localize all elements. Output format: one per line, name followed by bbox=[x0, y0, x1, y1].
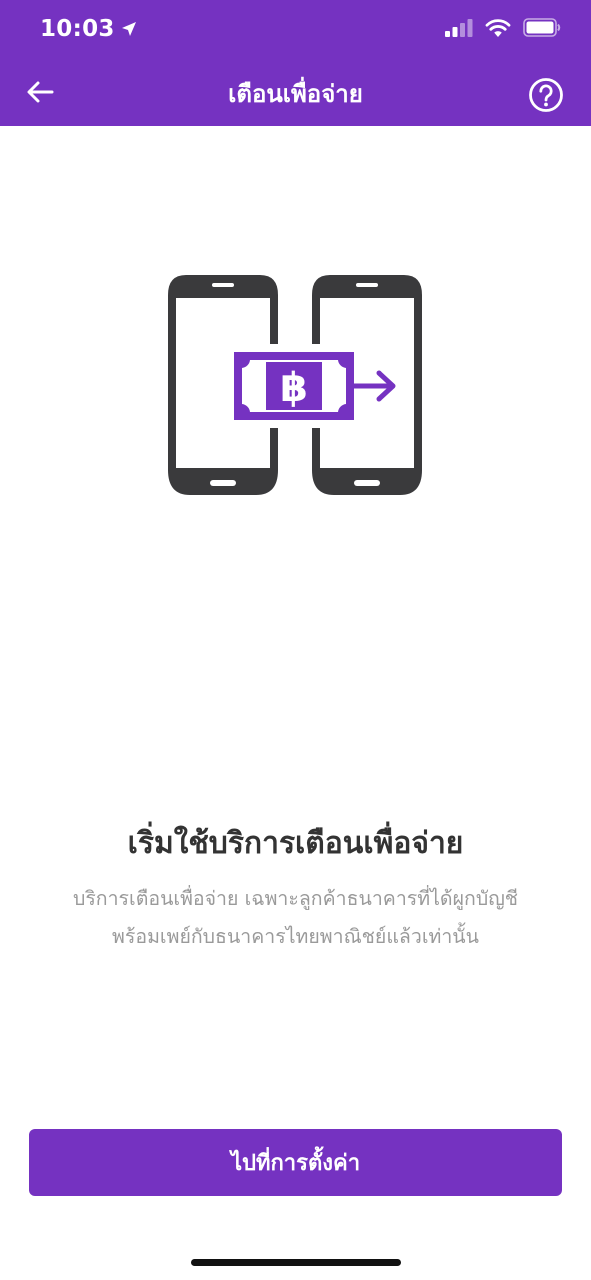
banknote-icon: ฿ bbox=[234, 352, 354, 420]
transfer-illustration: ฿ bbox=[168, 275, 422, 495]
wifi-icon bbox=[485, 19, 511, 37]
battery-icon bbox=[523, 18, 561, 37]
cellular-signal-icon bbox=[445, 18, 473, 37]
status-time-text: 10:03 bbox=[40, 16, 115, 42]
service-description: บริการเตือนเพื่อจ่าย เฉพาะลูกค้าธนาคารที… bbox=[40, 880, 551, 956]
header-bar: 10:03 เตือนเพื่อจ่าย bbox=[0, 0, 591, 126]
question-circle-icon bbox=[529, 78, 563, 112]
location-arrow-icon bbox=[121, 22, 136, 36]
status-bar-indicators bbox=[445, 18, 561, 37]
go-to-settings-button[interactable]: ไปที่การตั้งค่า bbox=[29, 1129, 562, 1196]
page-title: เตือนเพื่อจ่าย bbox=[228, 80, 363, 108]
help-button[interactable] bbox=[527, 76, 565, 114]
description-line-2: พร้อมเพย์กับธนาคารไทยพาณิชย์แล้วเท่านั้น bbox=[112, 925, 479, 948]
home-indicator[interactable] bbox=[191, 1259, 401, 1266]
service-headline: เริ่มใช้บริการเตือนเพื่อจ่าย bbox=[127, 826, 464, 861]
baht-symbol: ฿ bbox=[280, 365, 308, 411]
description-line-1: บริการเตือนเพื่อจ่าย เฉพาะลูกค้าธนาคารที… bbox=[72, 887, 519, 910]
status-bar-time: 10:03 bbox=[40, 16, 137, 42]
